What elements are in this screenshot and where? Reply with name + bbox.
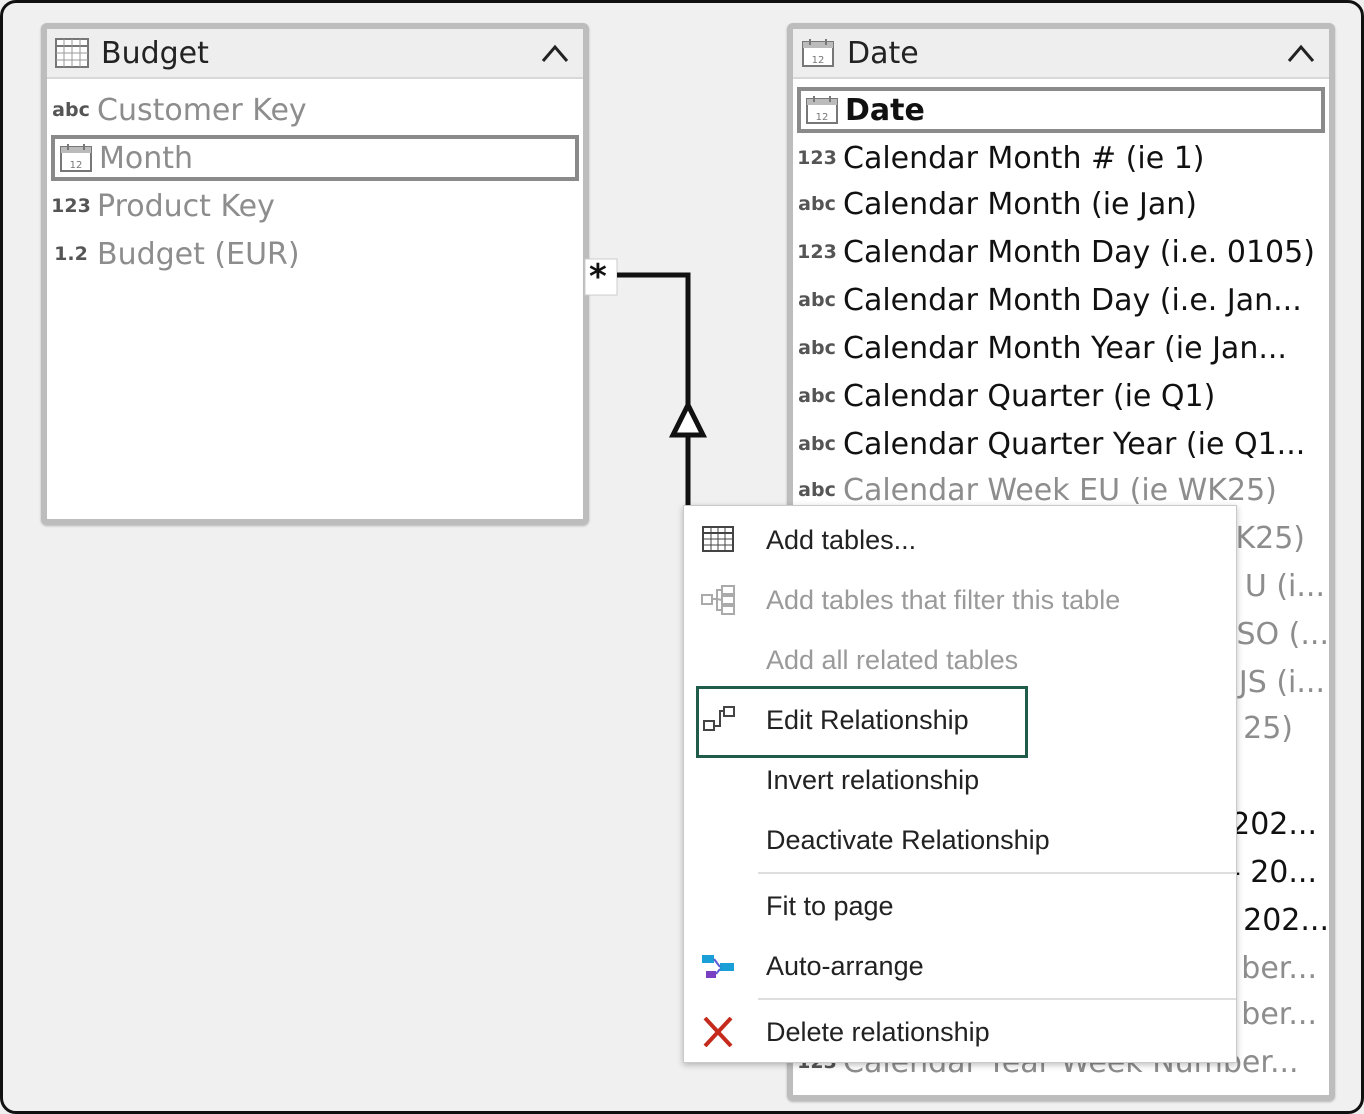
column-name: ber... [1241,996,1317,1032]
svg-text:12: 12 [70,160,83,171]
number-type-icon: 123 [51,195,91,217]
menu-item-deactivate-relationship[interactable]: Deactivate Relationship [684,812,1236,868]
text-type-icon: abc [798,385,836,407]
calendar-table-icon: 12 [802,39,834,67]
budget-column-product-key[interactable]: 123 Product Key [47,183,583,229]
column-name: K25) [1235,520,1305,556]
budget-column-customer-key[interactable]: abc Customer Key [47,87,583,133]
date-table-header[interactable]: 12 Date [793,29,1329,79]
menu-item-add-all-related-tables[interactable]: Add all related tables [684,632,1236,688]
date-column-date[interactable]: 12 Date [797,87,1325,133]
date-column-row[interactable]: abc Calendar Quarter (ie Q1) [793,373,1329,419]
column-name: Calendar Month Day (i.e. 0105) [843,234,1315,270]
column-name: Calendar Month Year (ie Jan... [843,330,1287,366]
menu-item-edit-relationship[interactable]: Edit Relationship [684,692,1236,748]
menu-label: Add all related tables [766,644,1019,675]
column-name: Calendar Week EU (ie WK25) [843,472,1277,508]
column-name: JS (i... [1238,664,1325,700]
number-type-icon: 123 [797,241,837,263]
table-grid-icon [55,38,89,68]
menu-label: Add tables that filter this table [766,584,1121,615]
menu-label: Add tables... [766,524,917,555]
model-view-canvas[interactable]: Budget abc Customer Key 12 Month 123 Pro… [0,0,1364,1114]
date-column-row[interactable]: abc Calendar Month Year (ie Jan... [793,325,1329,371]
delete-x-icon [703,1017,733,1047]
text-type-icon: abc [798,193,836,215]
decimal-type-icon: 1.2 [54,243,88,265]
column-name: Calendar Month (ie Jan) [843,186,1197,222]
edit-relationship-icon [703,706,735,731]
menu-label: Delete relationship [766,1016,990,1047]
budget-table-header[interactable]: Budget [47,29,583,79]
budget-table-card[interactable]: Budget abc Customer Key 12 Month 123 Pro… [41,23,589,525]
date-column-row[interactable]: 123 Calendar Month # (ie 1) [793,135,1329,181]
menu-item-delete-relationship[interactable]: Delete relationship [684,1004,1236,1060]
column-name: SO (... [1236,616,1329,652]
column-name: ber... [1241,950,1317,986]
text-type-icon: abc [798,433,836,455]
menu-label: Auto-arrange [766,950,924,981]
menu-item-add-tables-that-filter[interactable]: Add tables that filter this table [684,572,1236,628]
menu-separator [758,998,1236,1000]
column-name: Calendar Month Day (i.e. Jan... [843,282,1302,318]
context-menu: Add tables... Add tables that filter thi… [683,505,1237,1063]
column-name: Calendar Quarter (ie Q1) [843,378,1216,414]
date-column-row[interactable]: 123 Calendar Month Day (i.e. 0105) [793,229,1329,275]
column-name: Customer Key [97,92,307,128]
column-name: Calendar Quarter Year (ie Q1... [843,426,1306,462]
filter-tables-icon [701,585,735,615]
table-grid-icon [702,526,734,552]
auto-arrange-icon [702,955,734,978]
budget-column-budget-eur[interactable]: 1.2 Budget (EUR) [47,231,583,277]
column-name: U (i... [1244,568,1325,604]
menu-label: Deactivate Relationship [766,824,1050,855]
text-type-icon: abc [798,289,836,311]
calendar-icon: 12 [806,96,838,124]
menu-item-fit-to-page[interactable]: Fit to page [684,878,1236,934]
menu-item-auto-arrange[interactable]: Auto-arrange [684,938,1236,994]
text-type-icon: abc [798,479,836,501]
menu-item-add-tables[interactable]: Add tables... [684,512,1236,568]
column-name: Product Key [97,188,275,224]
column-name: Month [99,140,194,176]
date-column-row[interactable]: abc Calendar Quarter Year (ie Q1... [793,421,1329,467]
menu-label: Edit Relationship [766,704,969,735]
text-type-icon: abc [798,337,836,359]
calendar-icon: 12 [60,144,92,172]
menu-label: Invert relationship [766,764,980,795]
column-name: 202... [1231,806,1317,842]
menu-separator [758,872,1236,874]
date-column-row[interactable]: abc Calendar Month (ie Jan) [793,181,1329,227]
text-type-icon: abc [52,99,90,121]
column-name: 202... [1243,902,1329,938]
svg-text:12: 12 [812,55,825,66]
many-cardinality-marker: * [589,257,607,297]
date-table-title: Date [847,35,919,71]
menu-item-invert-relationship[interactable]: Invert relationship [684,752,1236,808]
menu-label: Fit to page [766,890,894,921]
column-name: Budget (EUR) [97,236,300,272]
column-name: Calendar Month # (ie 1) [843,140,1205,176]
chevron-up-icon[interactable] [541,41,569,65]
budget-column-month[interactable]: 12 Month [51,135,579,181]
chevron-up-icon[interactable] [1287,41,1315,65]
column-name: Date [845,92,925,128]
column-name: 25) [1243,710,1293,746]
budget-table-title: Budget [101,35,209,71]
svg-text:12: 12 [816,112,829,123]
number-type-icon: 123 [797,147,837,169]
column-name: - 20... [1229,854,1317,890]
date-column-row[interactable]: abc Calendar Month Day (i.e. Jan... [793,277,1329,323]
